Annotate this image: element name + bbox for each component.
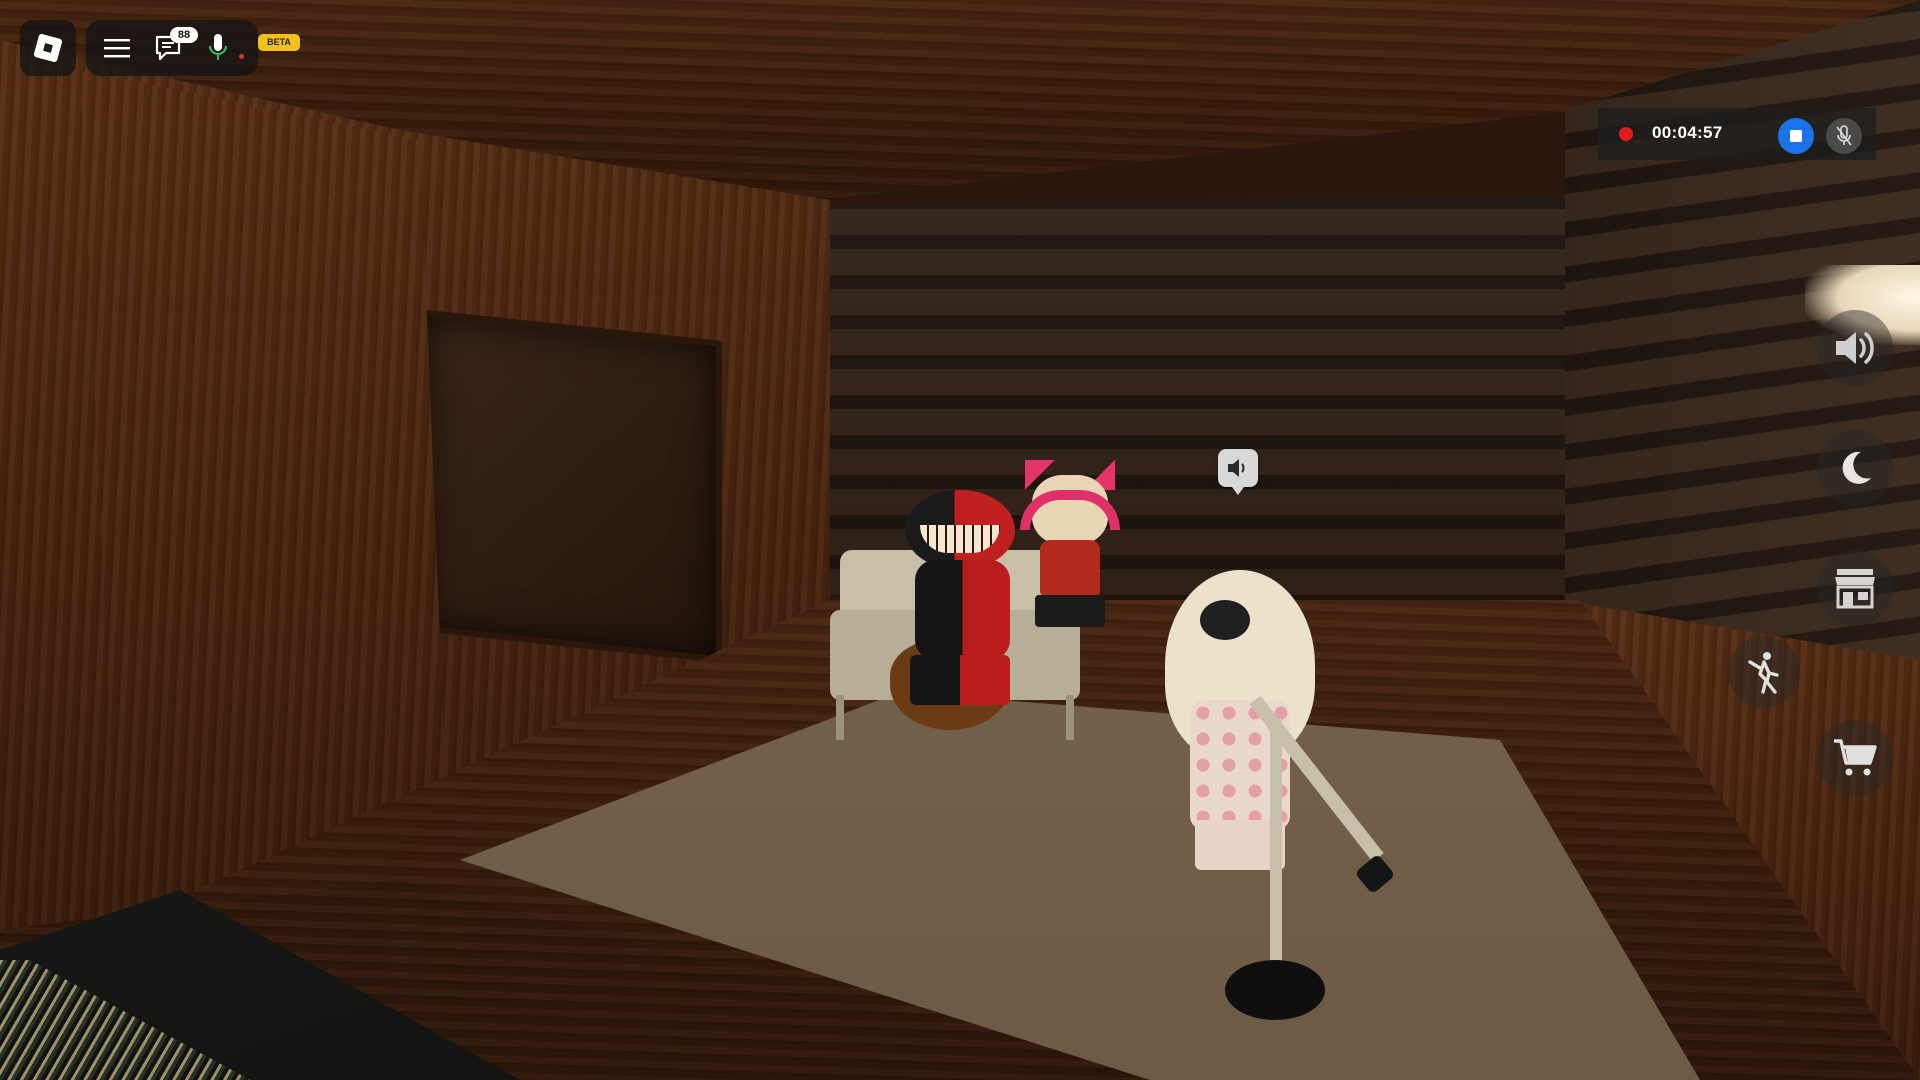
microphone-stand[interactable]	[1180, 580, 1430, 1030]
speaker-volume-icon	[1836, 332, 1874, 364]
recording-panel: 00:04:57	[1598, 108, 1876, 160]
microphone-icon	[208, 34, 228, 60]
dance-figure-icon	[1748, 652, 1779, 694]
stop-icon	[1790, 130, 1802, 142]
game-viewport[interactable]	[0, 0, 1920, 1080]
left-wall-window	[420, 309, 722, 663]
top-bar: 88	[86, 20, 258, 76]
crescent-moon-icon	[1842, 451, 1871, 484]
storefront-icon	[1835, 569, 1875, 609]
avatar-headphones-girl[interactable]	[1015, 460, 1125, 630]
speaker-icon	[1218, 449, 1258, 495]
recording-timer: 00:04:57	[1652, 123, 1723, 142]
avatar-clown[interactable]	[900, 490, 1030, 710]
shopping-cart-icon	[1834, 739, 1877, 776]
stop-recording-button[interactable]	[1778, 118, 1814, 154]
shop-button[interactable]	[1817, 550, 1893, 626]
voice-chat-button[interactable]	[198, 20, 238, 76]
hamburger-menu-icon	[104, 39, 130, 58]
cart-button[interactable]	[1817, 720, 1893, 796]
recording-mic-toggle-button[interactable]	[1826, 118, 1862, 154]
roblox-logo-icon	[33, 33, 63, 63]
emote-button[interactable]	[1728, 636, 1800, 708]
beta-badge: BETA	[258, 34, 300, 51]
microphone-muted-icon	[1836, 125, 1852, 146]
chat-unread-badge: 88	[170, 27, 198, 43]
recording-indicator-icon	[1619, 127, 1633, 141]
roblox-menu-button[interactable]	[20, 20, 76, 76]
menu-button[interactable]	[92, 20, 142, 76]
night-mode-button[interactable]	[1817, 430, 1893, 506]
mic-status-dot	[239, 54, 244, 59]
sound-toggle-button[interactable]	[1817, 310, 1893, 386]
